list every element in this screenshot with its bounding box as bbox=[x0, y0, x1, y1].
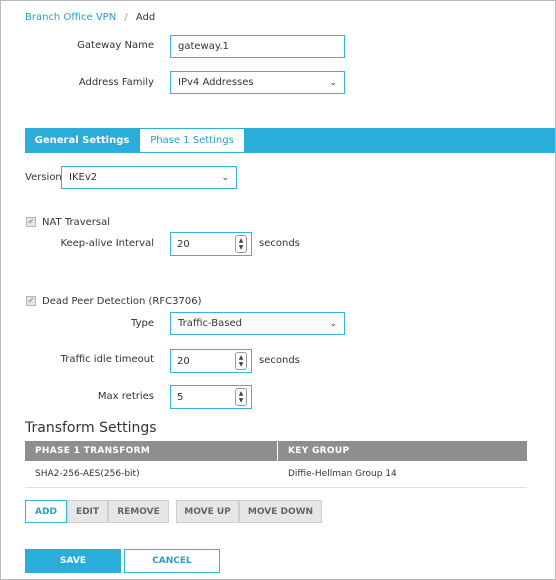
address-family-select[interactable]: IPv4 Addresses ⌄ bbox=[170, 71, 345, 94]
dead-peer-detection-checkbox[interactable]: ✔ bbox=[26, 296, 36, 306]
traffic-idle-timeout-value: 20 bbox=[177, 355, 190, 367]
edit-button[interactable]: EDIT bbox=[67, 500, 108, 523]
column-divider bbox=[277, 441, 278, 461]
transform-settings-title: Transform Settings bbox=[25, 420, 157, 436]
tab-general-settings[interactable]: General Settings bbox=[25, 128, 139, 152]
version-select[interactable]: IKEv2 ⌄ bbox=[61, 166, 237, 189]
version-value: IKEv2 bbox=[69, 172, 98, 183]
idle-timeout-unit: seconds bbox=[259, 355, 300, 366]
max-retries-label: Max retries bbox=[97, 391, 154, 402]
breadcrumb-separator: / bbox=[124, 12, 128, 23]
max-retries-stepper[interactable]: 5 ▲ ▼ bbox=[170, 385, 252, 409]
gateway-name-input[interactable] bbox=[170, 35, 345, 58]
keepalive-unit: seconds bbox=[259, 238, 300, 249]
breadcrumb-link-branch-office-vpn[interactable]: Branch Office VPN bbox=[25, 12, 116, 23]
keepalive-interval-stepper[interactable]: 20 ▲ ▼ bbox=[170, 232, 252, 256]
arrow-up-icon[interactable]: ▲ bbox=[239, 354, 244, 361]
address-family-value: IPv4 Addresses bbox=[178, 77, 254, 88]
version-label: Version bbox=[25, 172, 62, 183]
tab-phase-1-settings[interactable]: Phase 1 Settings bbox=[139, 128, 245, 152]
stepper-buttons[interactable]: ▲ ▼ bbox=[235, 235, 247, 253]
breadcrumb-current: Add bbox=[135, 12, 156, 23]
check-icon: ✔ bbox=[27, 296, 35, 305]
address-family-label: Address Family bbox=[78, 77, 154, 88]
cell-phase1-transform: SHA2-256-AES(256-bit) bbox=[35, 469, 140, 479]
max-retries-value: 5 bbox=[177, 391, 184, 403]
nat-traversal-checkbox[interactable]: ✔ bbox=[26, 217, 36, 227]
tab-underline bbox=[25, 152, 555, 153]
column-header-phase1-transform[interactable]: PHASE 1 TRANSFORM bbox=[35, 441, 150, 461]
dead-peer-detection-label: Dead Peer Detection (RFC3706) bbox=[42, 296, 202, 307]
cell-key-group: Diffie-Hellman Group 14 bbox=[288, 469, 397, 479]
dpd-type-value: Traffic-Based bbox=[178, 318, 242, 329]
chevron-down-icon: ⌄ bbox=[329, 318, 337, 329]
gateway-name-label: Gateway Name bbox=[77, 40, 154, 51]
chevron-down-icon: ⌄ bbox=[221, 172, 229, 183]
transform-table-header: PHASE 1 TRANSFORM KEY GROUP bbox=[25, 441, 527, 461]
save-button[interactable]: SAVE bbox=[25, 549, 121, 573]
move-up-button[interactable]: MOVE UP bbox=[176, 500, 239, 523]
move-down-button[interactable]: MOVE DOWN bbox=[239, 500, 322, 523]
arrow-down-icon[interactable]: ▼ bbox=[239, 361, 244, 368]
remove-button[interactable]: REMOVE bbox=[108, 500, 169, 523]
breadcrumb: Branch Office VPN / Add bbox=[25, 12, 155, 23]
table-row[interactable]: SHA2-256-AES(256-bit) Diffie-Hellman Gro… bbox=[25, 461, 527, 488]
cancel-button[interactable]: CANCEL bbox=[124, 549, 220, 573]
nat-traversal-label: NAT Traversal bbox=[42, 217, 111, 228]
chevron-down-icon: ⌄ bbox=[329, 77, 337, 88]
keepalive-interval-label: Keep-alive Interval bbox=[60, 238, 154, 249]
dpd-type-select[interactable]: Traffic-Based ⌄ bbox=[170, 312, 345, 335]
arrow-down-icon[interactable]: ▼ bbox=[239, 397, 244, 404]
stepper-buttons[interactable]: ▲ ▼ bbox=[235, 352, 247, 370]
traffic-idle-timeout-label: Traffic idle timeout bbox=[60, 354, 154, 365]
column-header-key-group[interactable]: KEY GROUP bbox=[288, 441, 349, 461]
add-button[interactable]: ADD bbox=[25, 500, 67, 523]
arrow-up-icon[interactable]: ▲ bbox=[239, 390, 244, 397]
check-icon: ✔ bbox=[27, 217, 35, 226]
tab-bar: General Settings Phase 1 Settings bbox=[25, 128, 555, 152]
arrow-down-icon[interactable]: ▼ bbox=[239, 244, 244, 251]
stepper-buttons[interactable]: ▲ ▼ bbox=[235, 388, 247, 406]
traffic-idle-timeout-stepper[interactable]: 20 ▲ ▼ bbox=[170, 349, 252, 373]
dpd-type-label: Type bbox=[131, 318, 154, 329]
keepalive-interval-value: 20 bbox=[177, 238, 190, 250]
arrow-up-icon[interactable]: ▲ bbox=[239, 237, 244, 244]
